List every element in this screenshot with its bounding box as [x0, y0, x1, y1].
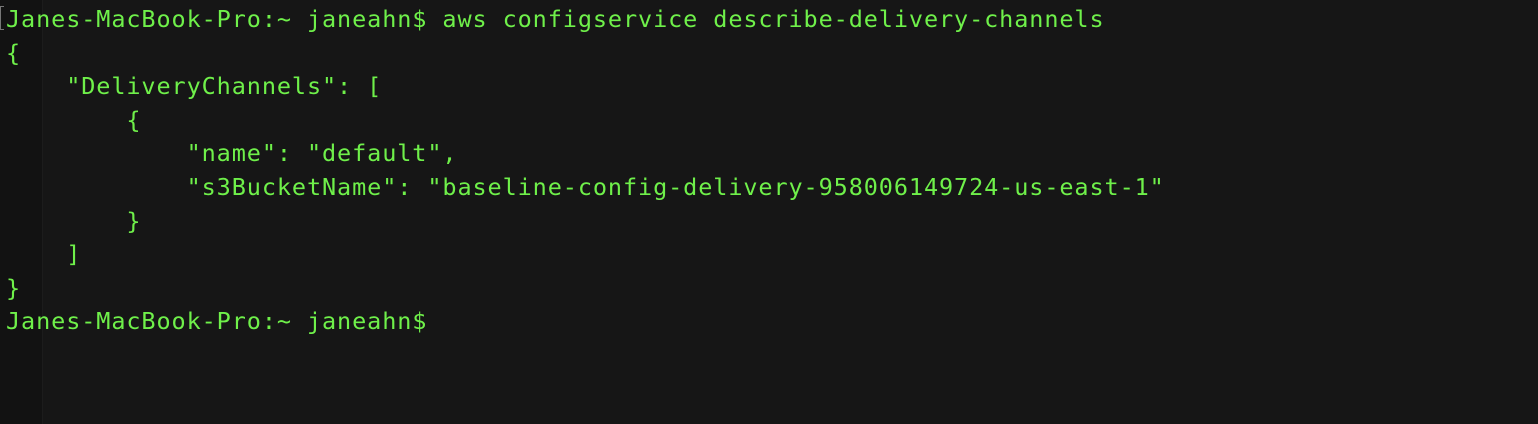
terminal-line-prompt[interactable]: Janes-MacBook-Pro:~ janeahn$: [6, 305, 1538, 339]
terminal-line-output: {: [6, 105, 142, 134]
terminal-line-output: "name": "default",: [6, 139, 458, 168]
terminal-line-output: }: [6, 273, 22, 302]
terminal-line-output: "s3BucketName": "baseline-config-deliver…: [6, 172, 1165, 201]
terminal-line-command: Janes-MacBook-Pro:~ janeahn$ aws configs…: [6, 5, 1105, 33]
terminal-line-output: }: [6, 206, 142, 235]
cursor-bracket-icon: [0, 6, 4, 30]
terminal-window[interactable]: Janes-MacBook-Pro:~ janeahn$ aws configs…: [0, 0, 1538, 424]
terminal-line-output: "DeliveryChannels": [: [6, 72, 383, 101]
terminal-line-output: ]: [6, 240, 82, 269]
terminal-line-output: {: [6, 38, 22, 67]
